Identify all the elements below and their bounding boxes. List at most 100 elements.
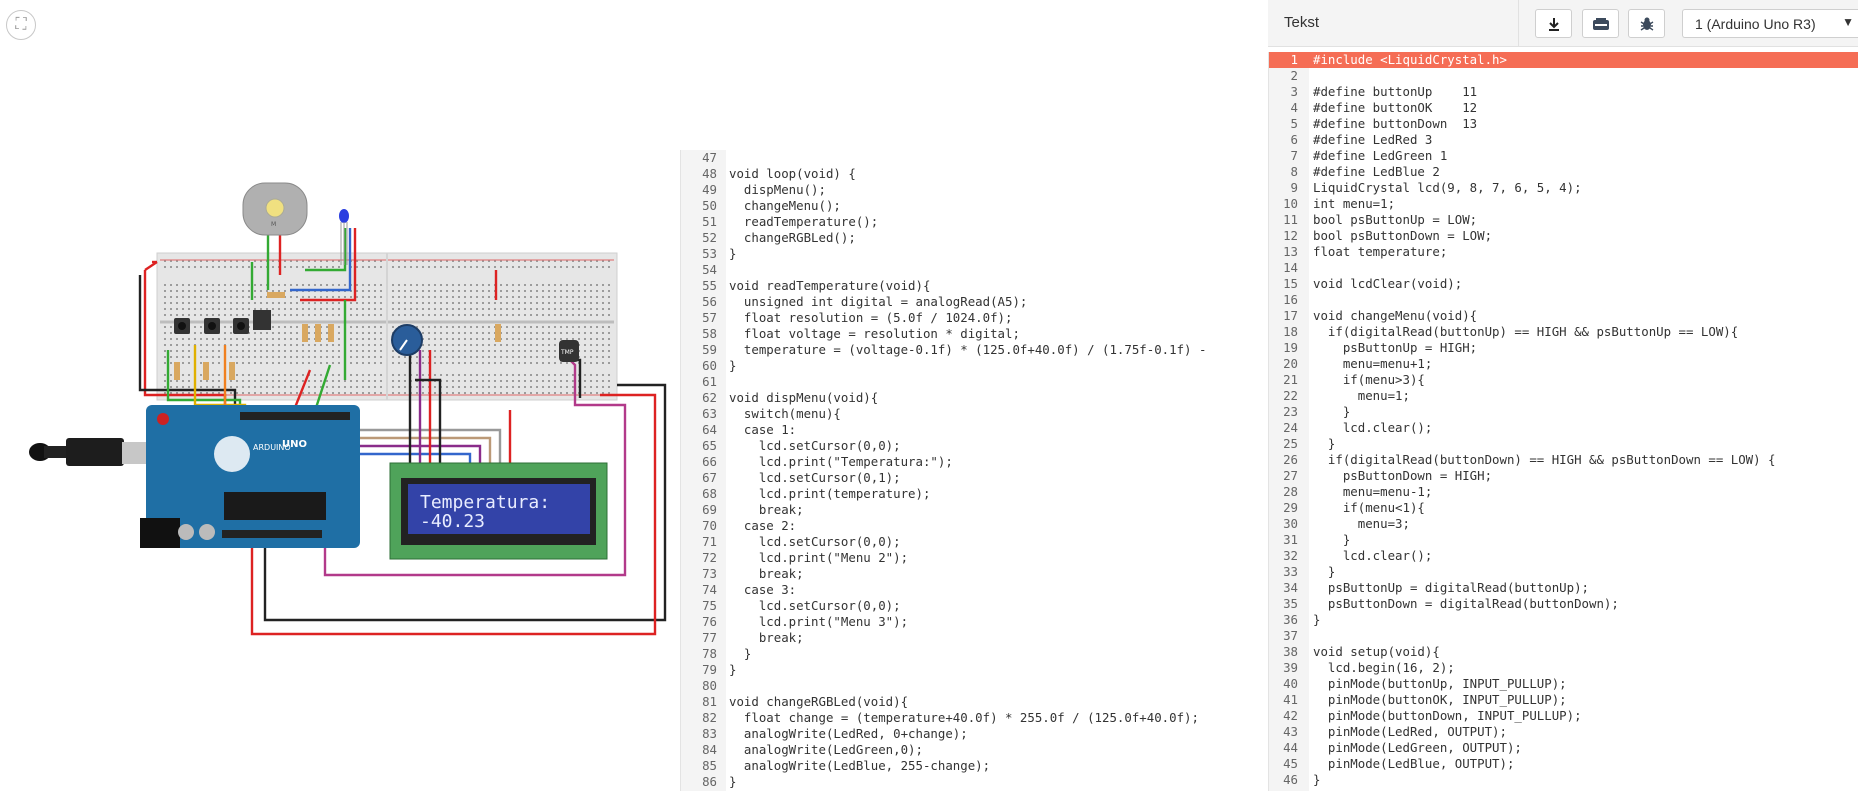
code-line[interactable]: 2 [1269,68,1858,84]
code-line[interactable]: 39 lcd.begin(16, 2); [1269,660,1858,676]
code-line[interactable]: 66 lcd.print("Temperatura:"); [681,454,1269,470]
code-line[interactable]: 78 } [681,646,1269,662]
code-line[interactable]: 4 #define buttonOK 12 [1269,100,1858,116]
code-line[interactable]: 70 case 2: [681,518,1269,534]
code-text[interactable]: psButtonUp = digitalRead(buttonUp); [1307,580,1589,596]
code-line[interactable]: 82 float change = (temperature+40.0f) * … [681,710,1269,726]
code-text[interactable]: analogWrite(LedGreen,0); [726,742,923,758]
code-line[interactable]: 67 lcd.setCursor(0,1); [681,470,1269,486]
code-line[interactable]: 32 lcd.clear(); [1269,548,1858,564]
code-text[interactable]: void lcdClear(void); [1307,276,1462,292]
code-text[interactable]: readTemperature(); [726,214,878,230]
code-line[interactable]: 64 case 1: [681,422,1269,438]
code-text[interactable]: } [1307,436,1335,452]
rgb-led[interactable] [339,209,349,265]
fullscreen-icon[interactable]: ⛶ [6,10,36,40]
code-text[interactable]: } [726,662,736,678]
code-text[interactable]: menu=menu+1; [1307,356,1433,372]
code-text[interactable]: int menu=1; [1307,196,1395,212]
code-line[interactable]: 73 break; [681,566,1269,582]
code-line[interactable]: 30 menu=3; [1269,516,1858,532]
mode-label[interactable]: Tekst [1284,14,1319,31]
code-text[interactable]: if(menu<1){ [1307,500,1425,516]
code-line[interactable]: 49 dispMenu(); [681,182,1269,198]
code-text[interactable]: lcd.print(temperature); [726,486,931,502]
code-text[interactable]: dispMenu(); [726,182,826,198]
code-line[interactable]: 11 bool psButtonUp = LOW; [1269,212,1858,228]
code-editor-middle[interactable]: 47 48 void loop(void) {49 dispMenu(); 50 ch… [680,150,1269,791]
code-text[interactable]: void dispMenu(void){ [726,390,878,406]
code-line[interactable]: 16 [1269,292,1858,308]
code-line[interactable]: 58 float voltage = resolution * digital; [681,326,1269,342]
code-text[interactable] [726,678,729,694]
code-text[interactable] [726,150,729,166]
code-text[interactable]: lcd.clear(); [1307,420,1433,436]
code-line[interactable]: 43 pinMode(LedRed, OUTPUT); [1269,724,1858,740]
code-text[interactable]: lcd.begin(16, 2); [1307,660,1455,676]
code-text[interactable]: analogWrite(LedRed, 0+change); [726,726,968,742]
temperature-sensor[interactable]: TMP [559,340,579,362]
code-text[interactable]: lcd.setCursor(0,1); [726,470,901,486]
code-text[interactable]: lcd.print("Temperatura:"); [726,454,953,470]
code-text[interactable]: void readTemperature(void){ [726,278,930,294]
code-line[interactable]: 34 psButtonUp = digitalRead(buttonUp); [1269,580,1858,596]
code-text[interactable] [726,374,729,390]
code-text[interactable]: bool psButtonDown = LOW; [1307,228,1492,244]
code-text[interactable]: pinMode(LedRed, OUTPUT); [1307,724,1507,740]
code-line[interactable]: 57 float resolution = (5.0f / 1024.0f); [681,310,1269,326]
code-line[interactable]: 65 lcd.setCursor(0,0); [681,438,1269,454]
code-text[interactable]: #define buttonOK 12 [1307,100,1477,116]
code-text[interactable]: menu=3; [1307,516,1410,532]
code-line[interactable]: 84 analogWrite(LedGreen,0); [681,742,1269,758]
code-line[interactable]: 38 void setup(void){ [1269,644,1858,660]
code-line[interactable]: 85 analogWrite(LedBlue, 255-change); [681,758,1269,774]
code-text[interactable]: lcd.clear(); [1307,548,1433,564]
code-line[interactable]: 60} [681,358,1269,374]
code-line[interactable]: 22 menu=1; [1269,388,1858,404]
code-line[interactable]: 14 [1269,260,1858,276]
code-line[interactable]: 51 readTemperature(); [681,214,1269,230]
code-text[interactable]: } [1307,564,1335,580]
code-text[interactable]: lcd.print("Menu 3"); [726,614,908,630]
code-line[interactable]: 55 void readTemperature(void){ [681,278,1269,294]
code-line[interactable]: 28 menu=menu-1; [1269,484,1858,500]
code-text[interactable]: lcd.setCursor(0,0); [726,598,901,614]
code-line[interactable]: 63 switch(menu){ [681,406,1269,422]
code-line[interactable]: 1 #include <LiquidCrystal.h> [1269,52,1858,68]
code-line[interactable]: 18 if(digitalRead(buttonUp) == HIGH && p… [1269,324,1858,340]
code-line[interactable]: 41 pinMode(buttonOK, INPUT_PULLUP); [1269,692,1858,708]
code-text[interactable]: unsigned int digital = analogRead(A5); [726,294,1028,310]
code-text[interactable]: float change = (temperature+40.0f) * 255… [726,710,1199,726]
code-line[interactable]: 69 break; [681,502,1269,518]
code-text[interactable]: } [1307,612,1320,628]
code-line[interactable]: 29 if(menu<1){ [1269,500,1858,516]
code-text[interactable]: analogWrite(LedBlue, 255-change); [726,758,990,774]
code-line[interactable]: 27 psButtonDown = HIGH; [1269,468,1858,484]
code-line[interactable]: 20 menu=menu+1; [1269,356,1858,372]
code-text[interactable] [1307,292,1313,308]
code-line[interactable]: 21 if(menu>3){ [1269,372,1858,388]
code-line[interactable]: 81 void changeRGBLed(void){ [681,694,1269,710]
code-text[interactable]: } [726,774,736,790]
code-text[interactable]: void setup(void){ [1307,644,1440,660]
code-line[interactable]: 8 #define LedBlue 2 [1269,164,1858,180]
code-line[interactable]: 53} [681,246,1269,262]
code-line[interactable]: 47 [681,150,1269,166]
code-line[interactable]: 6 #define LedRed 3 [1269,132,1858,148]
code-line[interactable]: 56 unsigned int digital = analogRead(A5)… [681,294,1269,310]
code-text[interactable]: case 2: [726,518,796,534]
code-line[interactable]: 36} [1269,612,1858,628]
code-text[interactable]: break; [726,502,804,518]
code-text[interactable]: float resolution = (5.0f / 1024.0f); [726,310,1013,326]
code-text[interactable]: } [1307,772,1320,788]
arduino-board[interactable]: ARDUINO UNO [140,405,360,548]
code-text[interactable]: #define buttonUp 11 [1307,84,1477,100]
code-line[interactable]: 31 } [1269,532,1858,548]
code-line[interactable]: 23 } [1269,404,1858,420]
code-line[interactable]: 74 case 3: [681,582,1269,598]
board-select[interactable]: 1 (Arduino Uno R3) ▼ [1682,9,1858,38]
code-line[interactable]: 76 lcd.print("Menu 3"); [681,614,1269,630]
code-text[interactable]: } [726,646,751,662]
code-line[interactable]: 68 lcd.print(temperature); [681,486,1269,502]
code-line[interactable]: 24 lcd.clear(); [1269,420,1858,436]
